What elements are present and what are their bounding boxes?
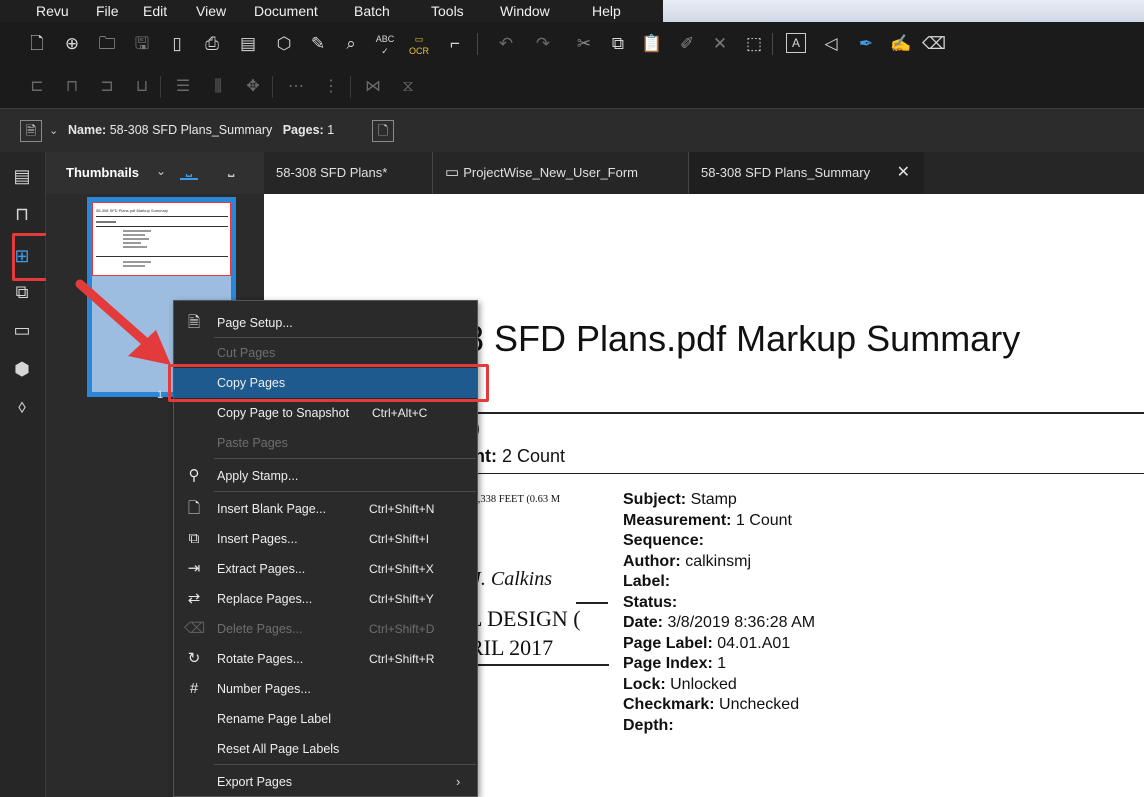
annotation-arrow — [75, 279, 171, 365]
